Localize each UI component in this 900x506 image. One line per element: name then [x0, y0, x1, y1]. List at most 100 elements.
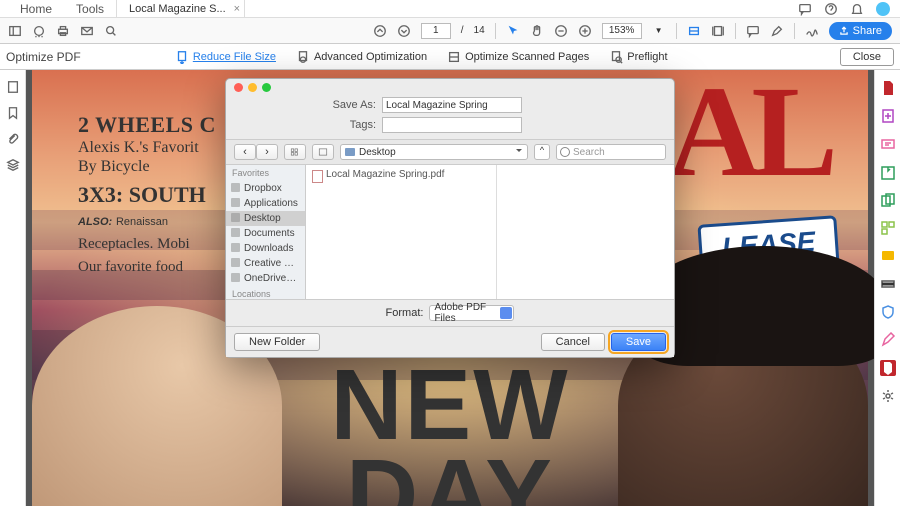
- organize-icon[interactable]: [880, 220, 896, 236]
- save-as-input[interactable]: [382, 97, 522, 113]
- nav-fwd-button[interactable]: ›: [256, 144, 278, 160]
- optimize-scanned-button[interactable]: Optimize Scanned Pages: [447, 50, 589, 64]
- attachment-icon[interactable]: [6, 132, 20, 146]
- format-label: Format:: [386, 307, 424, 319]
- avatar[interactable]: [876, 2, 890, 16]
- left-rail: [0, 70, 26, 506]
- fit-page-icon[interactable]: [711, 24, 725, 38]
- sidebar-item-creative-cloud[interactable]: Creative Cloud...: [226, 256, 305, 271]
- traffic-close-icon[interactable]: [234, 83, 243, 92]
- nav-back-button[interactable]: ‹: [234, 144, 256, 160]
- dialog-titlebar[interactable]: [226, 79, 674, 95]
- tags-input[interactable]: [382, 117, 522, 133]
- optimize-title: Optimize PDF: [6, 50, 81, 64]
- page-total: 14: [474, 25, 485, 36]
- select-tool-icon[interactable]: [506, 24, 520, 38]
- right-rail: [874, 70, 900, 506]
- also-label: ALSO:: [78, 216, 112, 228]
- export-pdf-icon[interactable]: [880, 80, 896, 96]
- zoom-dropdown-icon[interactable]: ▼: [652, 24, 666, 38]
- combine-icon[interactable]: [880, 192, 896, 208]
- also-2: Receptacles. Mobi: [78, 235, 216, 254]
- new-folder-button[interactable]: New Folder: [234, 333, 320, 351]
- more-tools-icon[interactable]: [880, 388, 896, 404]
- sidebar-item-downloads[interactable]: Downloads: [226, 241, 305, 256]
- chat-icon[interactable]: [798, 2, 812, 16]
- reduce-file-size-button[interactable]: Reduce File Size: [175, 50, 276, 64]
- sidebar-item-dropbox[interactable]: Dropbox: [226, 181, 305, 196]
- zoom-out-icon[interactable]: [554, 24, 568, 38]
- cover-line-1: NEW DAY: [241, 360, 659, 506]
- cancel-button[interactable]: Cancel: [541, 333, 605, 351]
- file-column[interactable]: Local Magazine Spring.pdf: [306, 165, 497, 299]
- page-down-icon[interactable]: [397, 24, 411, 38]
- group-button[interactable]: [312, 144, 334, 160]
- hand-tool-icon[interactable]: [530, 24, 544, 38]
- preflight-button[interactable]: Preflight: [609, 50, 667, 64]
- save-button[interactable]: Save: [611, 333, 666, 351]
- share-button[interactable]: Share: [829, 22, 892, 40]
- zoom-level-input[interactable]: 153%: [602, 23, 642, 39]
- format-select[interactable]: Adobe PDF Files: [429, 305, 514, 321]
- close-button[interactable]: Close: [840, 48, 894, 66]
- file-item[interactable]: Local Magazine Spring.pdf: [312, 169, 490, 180]
- create-pdf-icon[interactable]: [880, 108, 896, 124]
- sidebar-item-applications[interactable]: Applications: [226, 196, 305, 211]
- also-1: Renaissan: [116, 216, 168, 228]
- tags-label: Tags:: [236, 119, 376, 131]
- comment-tool-icon[interactable]: [880, 164, 896, 180]
- preview-column: [497, 165, 675, 299]
- app-tabbar: Home Tools Local Magazine S... ×: [0, 0, 900, 18]
- close-tab-icon[interactable]: ×: [234, 3, 240, 15]
- scanned-label: Optimize Scanned Pages: [465, 51, 589, 63]
- optimize-tool-icon[interactable]: [880, 360, 896, 376]
- tab-document[interactable]: Local Magazine S... ×: [116, 0, 245, 17]
- print-icon[interactable]: [56, 24, 70, 38]
- zoom-in-icon[interactable]: [578, 24, 592, 38]
- doc-headlines: 2 WHEELS C Alexis K.'s Favorit By Bicycl…: [78, 112, 216, 277]
- highlight-icon[interactable]: [770, 24, 784, 38]
- save-icon[interactable]: [32, 24, 46, 38]
- view-mode-button[interactable]: [284, 144, 306, 160]
- sign-icon[interactable]: [805, 24, 819, 38]
- traffic-min-icon[interactable]: [248, 83, 257, 92]
- page-number-input[interactable]: 1: [421, 23, 451, 39]
- location-select[interactable]: Desktop: [340, 144, 528, 160]
- search-input[interactable]: Search: [556, 144, 666, 160]
- sidebar-item-desktop[interactable]: Desktop: [226, 211, 305, 226]
- layers-icon[interactable]: [6, 158, 20, 172]
- tab-tools[interactable]: Tools: [64, 0, 116, 17]
- save-as-label: Save As:: [236, 99, 376, 111]
- zoom-icon[interactable]: [104, 24, 118, 38]
- sidebar: Favorites Dropbox Applications Desktop D…: [226, 165, 306, 299]
- traffic-max-icon[interactable]: [262, 83, 271, 92]
- doc-brand: AL: [667, 80, 828, 184]
- advanced-optimization-button[interactable]: Advanced Optimization: [296, 50, 427, 64]
- headline-3: 3X3: SOUTH: [78, 182, 216, 208]
- expand-button[interactable]: ^: [534, 144, 550, 160]
- tab-document-title: Local Magazine S...: [129, 3, 226, 15]
- advanced-label: Advanced Optimization: [314, 51, 427, 63]
- fit-width-icon[interactable]: [687, 24, 701, 38]
- fill-sign-icon[interactable]: [880, 332, 896, 348]
- page-sep: /: [461, 25, 464, 36]
- comment-icon[interactable]: [746, 24, 760, 38]
- sidebar-item-onedrive[interactable]: OneDrive - Ad...: [226, 271, 305, 286]
- favorites-header: Favorites: [226, 165, 305, 181]
- bell-icon[interactable]: [850, 2, 864, 16]
- page-up-icon[interactable]: [373, 24, 387, 38]
- share-label: Share: [853, 25, 882, 37]
- note-icon[interactable]: [880, 248, 896, 264]
- file-browser: Favorites Dropbox Applications Desktop D…: [226, 165, 674, 299]
- redact-icon[interactable]: [880, 276, 896, 292]
- protect-icon[interactable]: [880, 304, 896, 320]
- locations-header: Locations: [226, 286, 305, 299]
- edit-pdf-icon[interactable]: [880, 136, 896, 152]
- sidebar-item-documents[interactable]: Documents: [226, 226, 305, 241]
- thumbnails-icon[interactable]: [6, 80, 20, 94]
- sidebar-toggle-icon[interactable]: [8, 24, 22, 38]
- bookmark-icon[interactable]: [6, 106, 20, 120]
- help-icon[interactable]: [824, 2, 838, 16]
- mail-icon[interactable]: [80, 24, 94, 38]
- tab-home[interactable]: Home: [8, 0, 64, 17]
